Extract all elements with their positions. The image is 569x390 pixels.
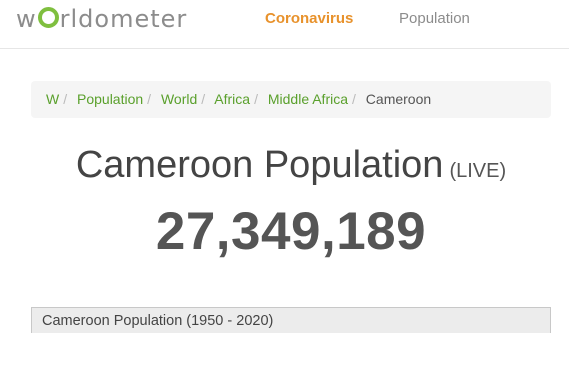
breadcrumb-separator: / — [63, 91, 68, 107]
page-title: Cameroon Population — [75, 144, 444, 186]
breadcrumb-separator: / — [201, 91, 206, 107]
nav-link-coronavirus[interactable]: Coronavirus — [265, 10, 353, 27]
breadcrumb-separator: / — [254, 91, 258, 107]
breadcrumb-link-world[interactable]: World — [161, 91, 197, 107]
population-counter: 27,349,189 — [155, 202, 427, 261]
logo-text-end: rldometer — [59, 5, 188, 33]
breadcrumb-link-home[interactable]: W — [46, 91, 59, 107]
breadcrumb-link-middle-africa[interactable]: Middle Africa — [268, 91, 348, 107]
breadcrumb-separator: / — [352, 91, 356, 107]
nav-link-population[interactable]: Population — [399, 10, 470, 27]
logo-text-start: w — [16, 5, 37, 33]
breadcrumb-link-population[interactable]: Population — [77, 91, 143, 107]
breadcrumb-link-africa[interactable]: Africa — [214, 91, 250, 107]
population-chart-header: Cameroon Population (1950 - 2020) — [31, 307, 551, 333]
breadcrumb: W / Population / World / Africa / Middle Afr… — [31, 81, 551, 118]
breadcrumb-current-page: Cameroon — [365, 91, 432, 107]
breadcrumb-separator: / — [147, 91, 152, 107]
page-heading: Cameroon Population (LIVE) — [0, 144, 569, 187]
worldometer-logo[interactable]: w rldometer — [16, 5, 187, 33]
top-nav-bar: w rldometer Coronavirus Population — [0, 0, 569, 49]
live-label: (LIVE) — [449, 160, 507, 182]
logo-o-ring-icon — [37, 7, 59, 28]
